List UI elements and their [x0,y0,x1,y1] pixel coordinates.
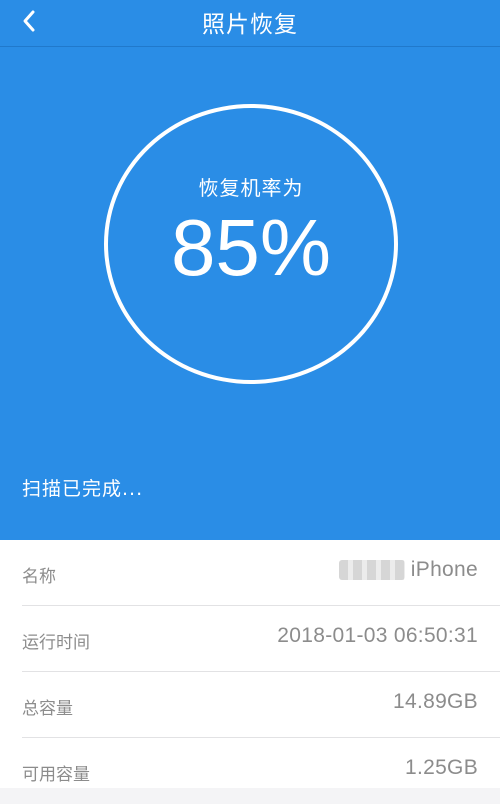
info-label: 可用容量 [22,765,90,785]
info-label: 总容量 [22,699,73,719]
info-row-total-capacity: 总容量 14.89GB [0,672,500,738]
recovery-rate-value: 85% [170,203,332,292]
info-row-uptime: 运行时间 2018-01-03 06:50:31 [0,606,500,672]
nav-bar: 照片恢复 [0,0,500,47]
info-row-name: 名称 iPhone [0,540,500,606]
recovery-rate-label: 恢复机率为 [198,176,304,200]
info-value: 1.25GB [404,756,478,779]
info-value: 14.89GB [393,690,478,713]
info-row-free-capacity: 可用容量 1.25GB [0,738,500,804]
hero-panel: 照片恢复 恢复机率为 85% 扫描已完成... [0,0,500,540]
scan-status-text: 扫描已完成... [22,478,144,500]
info-value: iPhone [338,558,478,582]
device-name-text: iPhone [410,558,478,581]
info-value: 2018-01-03 06:50:31 [277,624,478,647]
page-title: 照片恢复 [202,12,298,38]
device-info-list: 名称 iPhone 运行时间 2018-01-03 06:50:31 总容量 1… [0,540,500,788]
info-label: 名称 [22,567,56,587]
info-label: 运行时间 [22,633,90,653]
redacted-blur [338,560,405,580]
